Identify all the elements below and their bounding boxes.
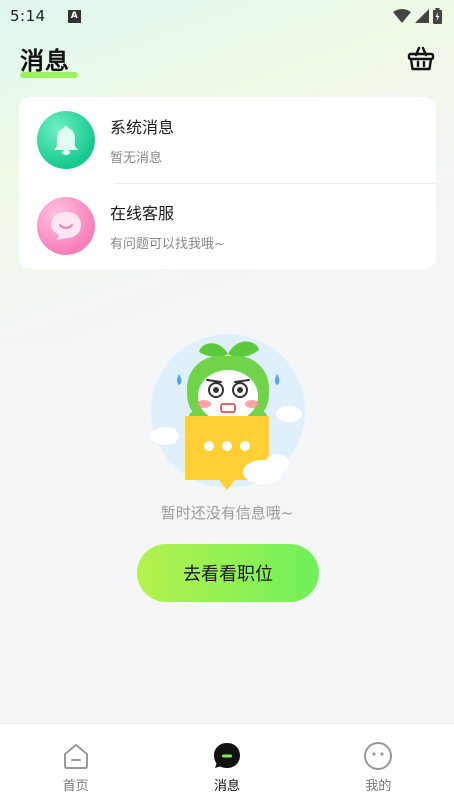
battery-icon [433,8,442,24]
message-subtitle: 暂无消息 [110,151,163,166]
list-item-online-service[interactable]: 在线客服 有问题可以找我哦~ [19,183,436,269]
browse-jobs-button[interactable]: 去看看职位 [137,544,319,602]
nav-label: 消息 [213,779,240,794]
status-bar: 5:14 A [0,0,454,32]
message-title: 在线客服 [110,204,175,223]
page-title: 消息 [20,46,70,75]
message-title: 系统消息 [110,118,175,137]
chat-bubble-icon [51,212,81,240]
bottom-nav: 首页 消息 我的 [0,723,454,807]
nav-item-messages[interactable]: 消息 [151,724,302,807]
nav-item-home[interactable]: 首页 [0,724,151,807]
system-message-avatar [37,111,95,169]
signal-icon [415,9,429,23]
status-time: 5:14 [10,7,46,25]
notification-icon: A [67,9,81,23]
status-icons [393,8,442,24]
message-icon [212,741,242,771]
basket-icon [407,46,435,71]
nav-label: 我的 [365,779,392,794]
home-icon [61,741,91,771]
empty-state-text: 暂时还没有信息哦~ [160,504,294,522]
nav-label: 首页 [62,779,89,794]
profile-icon [363,741,393,771]
page-title-wrap: 消息 [20,41,78,78]
empty-state-illustration [149,332,307,490]
bell-icon [54,126,78,155]
wifi-icon [393,9,411,23]
message-subtitle: 有问题可以找我哦~ [110,237,225,252]
online-service-avatar [37,197,95,255]
header: 消息 [0,36,454,80]
basket-button[interactable] [406,43,436,73]
list-item-system-messages[interactable]: 系统消息 暂无消息 [19,97,436,183]
message-list-card: 系统消息 暂无消息 在线客服 有问题可以找我哦~ [19,97,436,269]
nav-item-profile[interactable]: 我的 [303,724,454,807]
